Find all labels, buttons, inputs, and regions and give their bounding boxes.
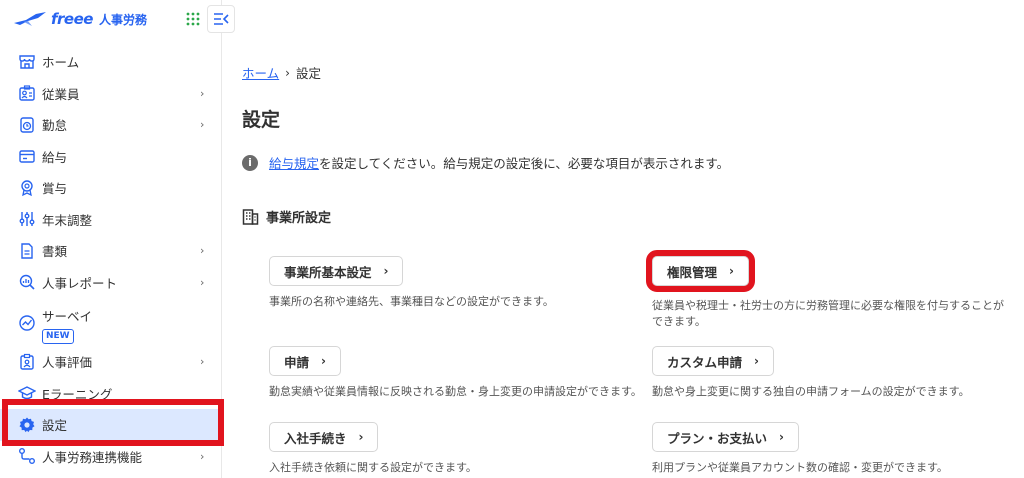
button-label: 申請: [284, 354, 310, 370]
sidebar-item-hr-report[interactable]: 人事レポート ›: [0, 267, 222, 299]
integration-icon: [19, 448, 35, 465]
sidebar-item-evaluation[interactable]: 人事評価 ›: [0, 346, 222, 378]
chevron-right-icon: ›: [729, 264, 734, 278]
onboarding-procedures-button[interactable]: 入社手続き ›: [269, 422, 379, 452]
chevron-right-icon: ›: [200, 86, 205, 100]
request-settings-button[interactable]: 申請 ›: [269, 346, 341, 376]
breadcrumb: ホーム › 設定: [242, 63, 321, 82]
sidebar-item-label: 年末調整: [42, 212, 93, 228]
card-description: 勤怠実績や従業員情報に反映される勤怠・身上変更の申請設定ができます。: [269, 385, 642, 398]
building-icon: [242, 209, 259, 225]
logo-product: 人事労務: [98, 12, 147, 27]
card-requests: 申請 › 勤怠実績や従業員情報に反映される勤怠・身上変更の申請設定ができます。: [269, 346, 642, 400]
info-notice: i 給与規定 を設定してください。給与規定の設定後に、必要な項目が表示されます。: [242, 153, 729, 172]
survey-icon: [19, 315, 35, 331]
sidebar-item-label: 賞与: [42, 181, 68, 197]
card-description: 従業員や税理士・社労士の方に労務管理に必要な権限を付与することができます。: [652, 299, 1004, 328]
survey-label-group: サーベイ NEW: [42, 306, 92, 344]
permission-management-button[interactable]: 権限管理 ›: [646, 250, 755, 292]
employee-id-icon: [19, 85, 35, 101]
sidebar-item-home[interactable]: ホーム: [0, 46, 222, 78]
chevron-right-icon: ›: [779, 430, 784, 444]
sidebar-item-label: サーベイ: [42, 309, 93, 324]
award-icon: [21, 180, 33, 196]
bird-logo-icon: [14, 12, 46, 26]
adjust-icon: [19, 212, 35, 227]
button-label: カスタム申請: [667, 354, 743, 370]
chevron-right-icon: ›: [321, 354, 326, 368]
office-basic-settings-button[interactable]: 事業所基本設定 ›: [269, 256, 404, 286]
page-title: 設定: [242, 109, 281, 131]
sidebar-item-label: 書類: [42, 244, 68, 260]
sidebar-item-label: 人事評価: [42, 355, 93, 371]
plan-payment-button[interactable]: プラン・お支払い ›: [652, 422, 799, 452]
card-permissions: 権限管理 › 従業員や税理士・社労士の方に労務管理に必要な権限を付与することがで…: [646, 250, 1012, 330]
clock-icon: [20, 117, 34, 133]
main-content: ホーム › 設定 設定 i 給与規定 を設定してください。給与規定の設定後に、必…: [222, 0, 1024, 478]
sidebar-item-label: ホーム: [42, 55, 80, 71]
info-icon: i: [242, 154, 258, 171]
sidebar-item-label: 従業員: [42, 86, 80, 102]
chevron-right-icon: ›: [358, 430, 364, 444]
button-label: 権限管理: [667, 264, 718, 280]
custom-request-button[interactable]: カスタム申請 ›: [652, 346, 774, 376]
chevron-right-icon: ›: [200, 118, 205, 132]
breadcrumb-home-link[interactable]: ホーム: [242, 63, 279, 82]
card-description: 入社手続き依頼に関する設定ができます。: [269, 461, 477, 474]
sidebar-item-payroll[interactable]: 給与: [0, 141, 222, 173]
card-description: 事業所の名称や連絡先、事業種目などの設定ができます。: [269, 295, 554, 308]
storefront-icon: [19, 55, 35, 69]
card-custom-requests: カスタム申請 › 勤怠や身上変更に関する独自の申請フォームの設定ができます。: [652, 346, 970, 400]
office-settings-heading: 事業所設定: [242, 207, 331, 226]
report-icon: [19, 275, 35, 290]
card-description: 勤怠や身上変更に関する独自の申請フォームの設定ができます。: [652, 385, 970, 398]
sidebar-item-employees[interactable]: 従業員 ›: [0, 78, 222, 110]
sidebar-item-label: 人事労務連携機能: [42, 449, 143, 465]
card-office-basic: 事業所基本設定 › 事業所の名称や連絡先、事業種目などの設定ができます。: [269, 256, 554, 310]
chevron-right-icon: ›: [200, 355, 205, 369]
wallet-icon: [19, 150, 35, 163]
card-description: 利用プランや従業員アカウント数の確認・変更ができます。: [652, 461, 948, 474]
evaluation-icon: [20, 353, 34, 370]
document-icon: [21, 243, 33, 259]
button-label: 事業所基本設定: [284, 264, 372, 280]
freee-logo[interactable]: freee 人事労務: [12, 10, 147, 28]
button-label: プラン・お支払い: [667, 430, 768, 446]
chevron-right-icon: ›: [754, 354, 759, 368]
logo-brand: freee: [51, 10, 93, 28]
chevron-right-icon: ›: [200, 244, 205, 258]
chevron-right-icon: ›: [200, 449, 205, 463]
notice-text: を設定してください。給与規定の設定後に、必要な項目が表示されます。: [319, 156, 730, 171]
sidebar-item-year-end[interactable]: 年末調整: [0, 204, 222, 236]
sidebar-item-bonus[interactable]: 賞与: [0, 172, 222, 204]
card-plan-payment: プラン・お支払い › 利用プランや従業員アカウント数の確認・変更ができます。: [652, 422, 948, 476]
sidebar-item-attendance[interactable]: 勤怠 ›: [0, 109, 222, 141]
apps-grid-icon[interactable]: [186, 12, 200, 26]
sidebar-item-survey[interactable]: サーベイ NEW: [0, 298, 222, 346]
breadcrumb-current: 設定: [295, 66, 321, 81]
new-badge: NEW: [42, 329, 74, 344]
sidebar-item-documents[interactable]: 書類 ›: [0, 235, 222, 267]
card-onboarding: 入社手続き › 入社手続き依頼に関する設定ができます。: [269, 422, 477, 476]
breadcrumb-separator: ›: [285, 65, 290, 80]
chevron-right-icon: ›: [383, 264, 389, 278]
sidebar-item-label: 人事レポート: [42, 275, 118, 291]
sidebar-item-label: 勤怠: [42, 118, 68, 134]
sidebar-header: freee 人事労務: [0, 0, 235, 38]
section-title: 事業所設定: [266, 211, 332, 226]
button-label: 入社手続き: [284, 430, 347, 446]
sidebar-item-label: 給与: [42, 149, 68, 165]
settings-highlight-frame: [2, 399, 224, 446]
payroll-rules-link[interactable]: 給与規定: [269, 153, 319, 172]
chevron-right-icon: ›: [200, 275, 205, 289]
